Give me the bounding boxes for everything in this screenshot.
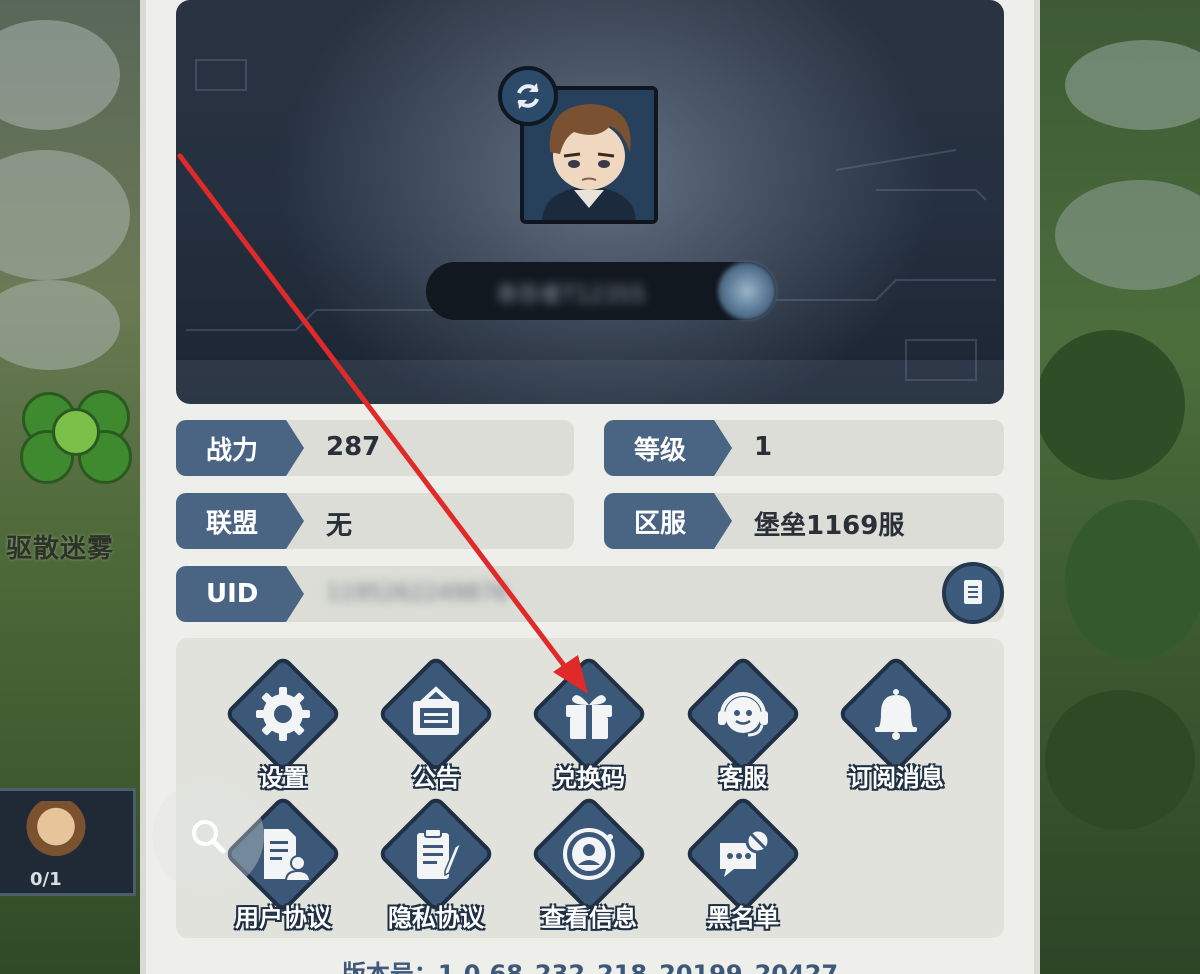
customer-service-button[interactable]: 客服 [678,654,808,804]
blocked-chat-icon [720,828,771,877]
swap-avatar-button[interactable] [498,66,558,126]
privacy-document-icon [417,828,463,879]
view-info-label: 查看信息 [541,904,637,932]
subscribe-label: 订阅消息 [848,764,944,792]
gear-icon [256,687,310,741]
side-task-card[interactable]: 0/1 [0,788,136,896]
uid-label: UID [176,566,304,622]
alliance-label: 联盟 [176,493,304,549]
clover-mascot[interactable] [14,372,138,492]
character-portrait [26,801,86,865]
redeem-code-label: 兑换码 [553,764,625,792]
power-value: 287 [326,432,381,462]
level-value: 1 [754,432,773,462]
user-agreement-label: 用户协议 [235,904,331,932]
announcement-label: 公告 [412,764,460,792]
player-name-bar: 幸存者T12355 [426,262,776,320]
privacy-agreement-label: 隐私协议 [388,904,484,932]
settings-button[interactable]: 设置 [218,654,348,804]
uid-row: UID 1195262249876 [176,562,1004,624]
edit-name-button[interactable] [718,262,776,320]
refresh-icon [517,83,539,109]
version-text: 版本号：1.0.68_232_218_20199_20427 [341,960,839,974]
notice-board-icon [413,686,459,735]
copy-icon [964,580,982,604]
server-value: 堡垒1169服 [754,511,905,541]
customer-service-label: 客服 [719,764,767,792]
dispel-fog-label[interactable]: 驱散迷雾 [6,528,146,565]
search-icon [192,820,226,854]
server-label: 区服 [604,493,732,549]
uid-value: 1195262249876 [326,581,508,606]
power-row: 战力 287 [176,420,574,476]
game-background-left: 驱散迷雾 0/1 [0,0,150,974]
copy-uid-button[interactable] [942,562,1004,624]
level-row: 等级 1 [604,420,1004,476]
blacklist-button[interactable]: 黑名单 [678,794,808,944]
subscribe-button[interactable]: 订阅消息 [831,654,961,804]
power-label: 战力 [176,420,304,476]
task-count: 0/1 [30,869,62,890]
privacy-agreement-button[interactable]: 隐私协议 [371,794,501,944]
profile-view-icon [563,828,615,880]
blacklist-label: 黑名单 [707,904,779,932]
game-background-right [1025,0,1200,974]
player-name: 幸存者T12355 [496,283,646,308]
headset-icon [718,692,768,737]
server-row: 区服 堡垒1169服 [604,493,1004,549]
view-info-button[interactable]: 查看信息 [524,794,654,944]
level-label: 等级 [604,420,732,476]
announcement-button[interactable]: 公告 [371,654,501,804]
alliance-row: 联盟 无 [176,493,574,549]
alliance-value: 无 [326,511,353,541]
gift-icon [566,695,612,739]
bell-icon [875,689,917,740]
redeem-code-button[interactable]: 兑换码 [524,654,654,804]
search-button[interactable] [152,780,264,892]
